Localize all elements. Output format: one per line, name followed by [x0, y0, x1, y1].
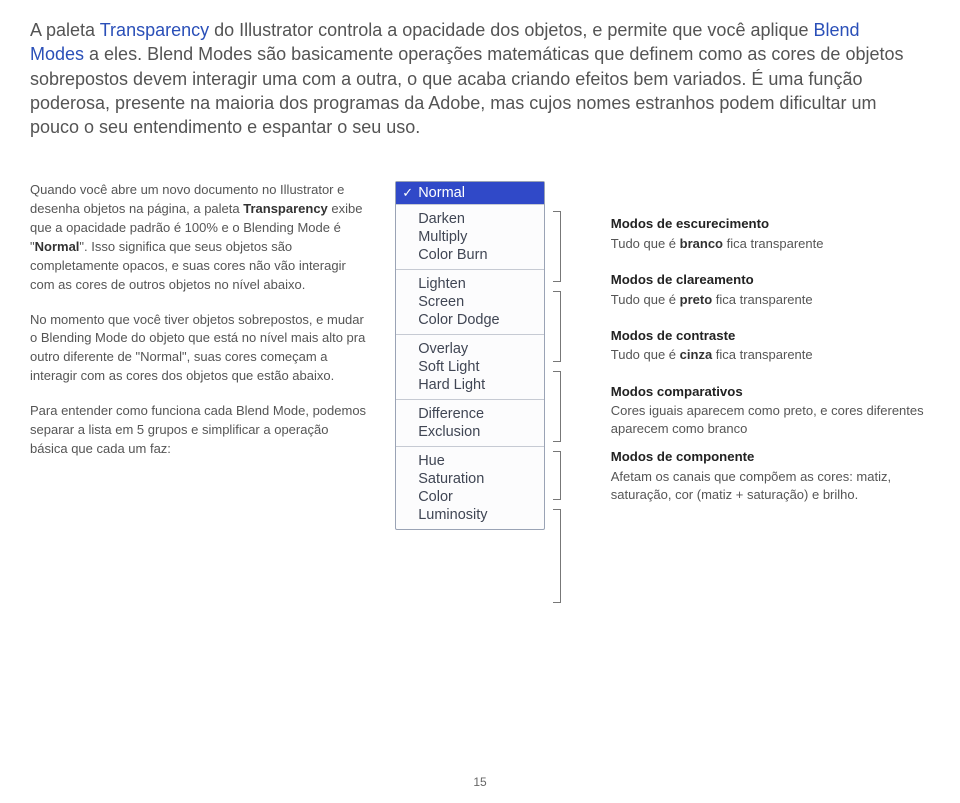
intro-text-1: A paleta [30, 20, 100, 40]
dd-item-luminosity[interactable]: Luminosity [418, 506, 544, 524]
group-desc: Tudo que é branco fica transparente [611, 235, 930, 253]
gd2pre: Tudo que é [611, 347, 680, 362]
dropdown-group-lighten: Lighten Screen Color Dodge [396, 270, 544, 334]
intro-text-3: a eles. Blend Modes são basicamente oper… [30, 44, 904, 137]
intro-paragraph: A paleta Transparency do Illustrator con… [30, 18, 910, 139]
group-desc: Tudo que é cinza fica transparente [611, 346, 930, 364]
dd-item-overlay[interactable]: Overlay [418, 340, 544, 358]
group-desc-component: Modos de componente Afetam os canais que… [611, 448, 930, 504]
group-desc-lighten: Modos de clareamento Tudo que é preto fi… [611, 271, 930, 309]
group-title: Modos de escurecimento [611, 215, 930, 233]
group-desc-contrast: Modos de contraste Tudo que é cinza fica… [611, 327, 930, 365]
keyword-transparency: Transparency [100, 20, 209, 40]
gd0post: fica transparente [723, 236, 823, 251]
dropdown-selected-label: Normal [418, 185, 465, 201]
dd-item-softlight[interactable]: Soft Light [418, 358, 544, 376]
group-title: Modos de contraste [611, 327, 930, 345]
left-column: Quando você abre um novo documento no Il… [30, 181, 369, 474]
gd0b: branco [680, 236, 723, 251]
lp1d: Normal [35, 239, 80, 254]
dd-item-saturation[interactable]: Saturation [418, 470, 544, 488]
page-number: 15 [473, 775, 486, 789]
left-para-1: Quando você abre um novo documento no Il… [30, 181, 369, 294]
group-desc-comparative: Modos comparativos Cores iguais aparecem… [611, 383, 930, 439]
group-title: Modos comparativos [611, 383, 930, 401]
check-icon: ✓ [402, 185, 413, 201]
bracket-icon [553, 451, 561, 500]
dropdown-group-darken: Darken Multiply Color Burn [396, 205, 544, 269]
bracket-icon [553, 509, 561, 603]
dd-item-hardlight[interactable]: Hard Light [418, 376, 544, 394]
dd-item-lighten[interactable]: Lighten [418, 275, 544, 293]
left-para-2: No momento que você tiver objetos sobrep… [30, 311, 369, 386]
dd-item-hue[interactable]: Hue [418, 452, 544, 470]
bracket-icon [553, 211, 561, 282]
dd-item-darken[interactable]: Darken [418, 210, 544, 228]
dropdown-group-component: Hue Saturation Color Luminosity [396, 447, 544, 529]
group-title: Modos de componente [611, 448, 930, 466]
gd2post: fica transparente [712, 347, 812, 362]
gd2b: cinza [680, 347, 713, 362]
group-title: Modos de clareamento [611, 271, 930, 289]
group-desc: Afetam os canais que compõem as cores: m… [611, 468, 930, 504]
group-desc: Tudo que é preto fica transparente [611, 291, 930, 309]
right-column: Modos de escurecimento Tudo que é branco… [611, 181, 930, 522]
dropdown-group-overlay: Overlay Soft Light Hard Light [396, 335, 544, 399]
left-para-3: Para entender como funciona cada Blend M… [30, 402, 369, 459]
lp1b: Transparency [243, 201, 328, 216]
dd-item-color[interactable]: Color [418, 488, 544, 506]
gd1post: fica transparente [712, 292, 812, 307]
dd-item-colordodge[interactable]: Color Dodge [418, 311, 544, 329]
blend-mode-dropdown[interactable]: ✓ Normal Darken Multiply Color Burn Ligh… [395, 181, 545, 530]
bracket-icon [553, 371, 561, 442]
group-desc-darken: Modos de escurecimento Tudo que é branco… [611, 215, 930, 253]
dd-item-exclusion[interactable]: Exclusion [418, 423, 544, 441]
gd1b: preto [680, 292, 713, 307]
dropdown-group-difference: Difference Exclusion [396, 400, 544, 446]
bracket-icon [553, 291, 561, 362]
intro-text-2: do Illustrator controla a opacidade dos … [209, 20, 813, 40]
group-desc: Cores iguais aparecem como preto, e core… [611, 402, 930, 438]
dd-item-screen[interactable]: Screen [418, 293, 544, 311]
dd-item-multiply[interactable]: Multiply [418, 228, 544, 246]
dropdown-selected-item[interactable]: ✓ Normal [396, 182, 544, 204]
gd1pre: Tudo que é [611, 292, 680, 307]
dd-item-colorburn[interactable]: Color Burn [418, 246, 544, 264]
gd0pre: Tudo que é [611, 236, 680, 251]
middle-column: ✓ Normal Darken Multiply Color Burn Ligh… [395, 181, 585, 530]
dd-item-difference[interactable]: Difference [418, 405, 544, 423]
content-columns: Quando você abre um novo documento no Il… [30, 181, 930, 530]
